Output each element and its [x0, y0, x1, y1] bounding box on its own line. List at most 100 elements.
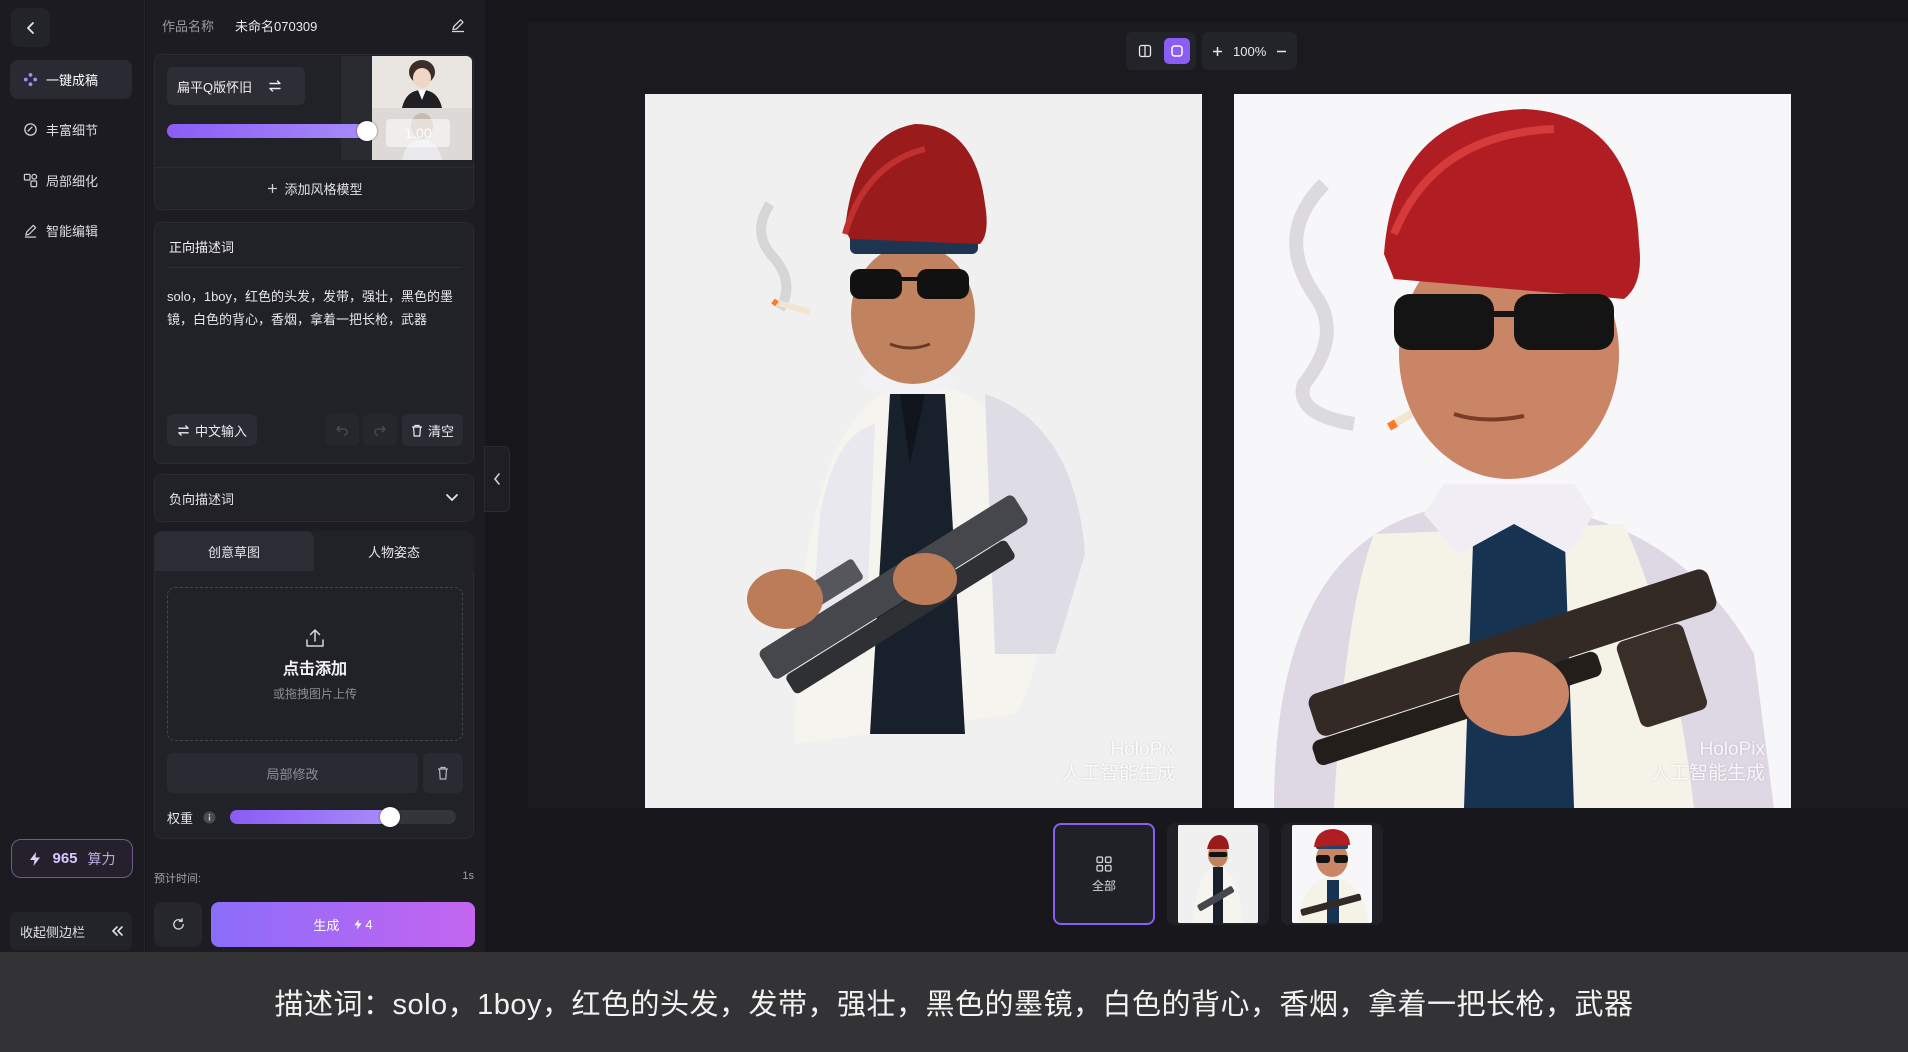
info-icon[interactable]: [203, 811, 216, 824]
grid-icon: [1096, 855, 1112, 872]
rail-item-label: 智能编辑: [46, 224, 99, 239]
back-button[interactable]: [11, 8, 50, 47]
positive-prompt-title: 正向描述词: [169, 240, 235, 255]
chinese-input-label: 中文输入: [194, 423, 247, 439]
redo-icon: [374, 425, 386, 436]
style-weight-preview: 1.00: [372, 108, 472, 160]
swap-icon: [269, 80, 281, 92]
sketch-weight-slider-knob[interactable]: [380, 807, 401, 827]
sketch-weight-slider-fill: [230, 810, 391, 824]
redo-button[interactable]: [363, 414, 397, 446]
compare-view-button[interactable]: [1132, 38, 1158, 64]
lightning-icon: [354, 919, 362, 930]
image-upload-dropzone[interactable]: 点击添加 或拖拽图片上传: [167, 587, 463, 741]
rail-item-local-refine[interactable]: 局部细化: [10, 161, 132, 200]
sketch-weight-label: 权重: [167, 810, 194, 826]
gallery-all-button[interactable]: 全部: [1053, 823, 1155, 925]
watermark-line-2: 人工智能生成: [1650, 763, 1765, 784]
app-window: 一键成稿 丰富细节 局部细化 智能编辑 965 算力 收起侧边栏 作品名称 未命…: [0, 0, 1908, 952]
single-view-button[interactable]: [1164, 38, 1190, 64]
trash-icon: [438, 766, 448, 780]
estimated-time-label: 预计时间:: [154, 873, 202, 885]
lightning-icon: [30, 851, 41, 866]
style-model-chip[interactable]: 扁平Q版怀旧: [167, 67, 305, 105]
divider: [167, 267, 461, 268]
character-illustration: [1274, 109, 1774, 808]
power-unit: 算力: [87, 850, 116, 867]
style-weight-value[interactable]: 1.00: [386, 119, 450, 147]
rail-item-label: 一键成稿: [46, 73, 99, 88]
rail-item-label: 丰富细节: [46, 123, 99, 138]
undo-icon: [336, 425, 348, 436]
trash-icon: [411, 424, 422, 437]
watermark-line-2: 人工智能生成: [1061, 763, 1176, 784]
generate-label: 生成: [313, 918, 340, 933]
chinese-input-button[interactable]: 中文输入: [167, 414, 257, 446]
chevron-left-icon: [493, 473, 500, 485]
collapse-sidebar-label: 收起侧边栏: [20, 924, 86, 940]
chevron-left-icon: [26, 21, 34, 34]
style-weight-slider-knob[interactable]: [357, 121, 377, 141]
power-value: 965: [52, 850, 78, 867]
zoom-level: 100%: [1233, 43, 1267, 59]
refresh-button[interactable]: [154, 902, 202, 947]
split-view-icon: [1138, 44, 1152, 58]
sparkle-icon: [22, 72, 38, 88]
style-model-side-strip: [341, 56, 373, 160]
plus-icon: [268, 184, 278, 193]
local-refine-icon: [22, 173, 38, 189]
chevron-down-icon: [446, 494, 458, 502]
view-mode-group: [1126, 32, 1196, 70]
double-chevron-left-icon: [111, 926, 123, 936]
compute-power-badge[interactable]: 965 算力: [11, 839, 133, 878]
work-name-value[interactable]: 未命名070309: [235, 16, 450, 35]
collapse-sidebar-button[interactable]: 收起侧边栏: [10, 912, 132, 950]
local-edit-button[interactable]: 局部修改: [167, 753, 418, 793]
add-style-model-button[interactable]: 添加风格模型: [155, 167, 475, 209]
generated-image-2[interactable]: HoloPix 人工智能生成: [1234, 94, 1791, 808]
estimated-time-row: 预计时间: 1s: [154, 870, 474, 886]
edit-icon[interactable]: [450, 17, 466, 33]
canvas-toolbar: 100%: [1126, 32, 1310, 70]
tab-character-pose[interactable]: 人物姿态: [314, 531, 474, 571]
generate-cost: 4: [353, 917, 373, 932]
style-weight-slider-fill: [167, 124, 367, 138]
clear-button[interactable]: 清空: [402, 414, 463, 446]
sketch-weight-slider[interactable]: [230, 807, 457, 827]
undo-button[interactable]: [325, 414, 359, 446]
delete-sketch-button[interactable]: [423, 753, 463, 793]
style-model-name: 扁平Q版怀旧: [177, 79, 253, 95]
prompt-caption: 描述词：solo，1boy，红色的头发，发带，强壮，黑色的墨镜，白色的背心，香烟…: [0, 952, 1908, 1052]
style-weight-slider[interactable]: [167, 121, 377, 141]
upload-subtitle: 或拖拽图片上传: [272, 686, 357, 701]
clear-label: 清空: [427, 423, 454, 439]
sketch-panel: 点击添加 或拖拽图片上传 局部修改 权重: [154, 571, 474, 839]
upload-icon: [306, 628, 324, 647]
panel-collapse-toggle[interactable]: [484, 446, 510, 512]
rail-item-rich-detail[interactable]: 丰富细节: [10, 110, 132, 149]
rail-item-one-click[interactable]: 一键成稿: [10, 60, 132, 99]
gallery-all-label: 全部: [1091, 878, 1116, 893]
upload-title: 点击添加: [282, 660, 347, 678]
swap-icon: [178, 424, 189, 436]
negative-prompt-header[interactable]: 负向描述词: [154, 474, 474, 522]
generated-image-1[interactable]: HoloPix 人工智能生成: [645, 94, 1202, 808]
control-tabs: 创意草图 人物姿态: [154, 531, 474, 571]
work-name-label: 作品名称: [162, 18, 215, 34]
tab-creative-sketch[interactable]: 创意草图: [154, 531, 314, 571]
gallery-thumbnail-2[interactable]: [1281, 823, 1383, 925]
zoom-out-icon[interactable]: [1276, 46, 1287, 57]
work-name-row: 作品名称 未命名070309: [162, 12, 466, 38]
style-model-card: 扁平Q版怀旧 1.00 添加风格模型: [154, 54, 475, 210]
thumbnail-image: [1292, 825, 1372, 923]
character-illustration: [747, 124, 1085, 744]
positive-prompt-input[interactable]: solo，1boy，红色的头发，发带，强壮，黑色的墨镜，白色的背心，香烟，拿着一…: [167, 285, 463, 331]
watermark: HoloPix 人工智能生成: [1651, 738, 1765, 786]
detail-icon: [22, 122, 38, 138]
zoom-in-icon[interactable]: [1212, 46, 1223, 57]
watermark-line-1: HoloPix: [1110, 739, 1176, 760]
generate-button[interactable]: 生成 4: [211, 902, 475, 947]
gallery-thumbnail-1[interactable]: [1167, 823, 1269, 925]
add-style-model-label: 添加风格模型: [284, 182, 363, 197]
rail-item-smart-edit[interactable]: 智能编辑: [10, 211, 132, 250]
